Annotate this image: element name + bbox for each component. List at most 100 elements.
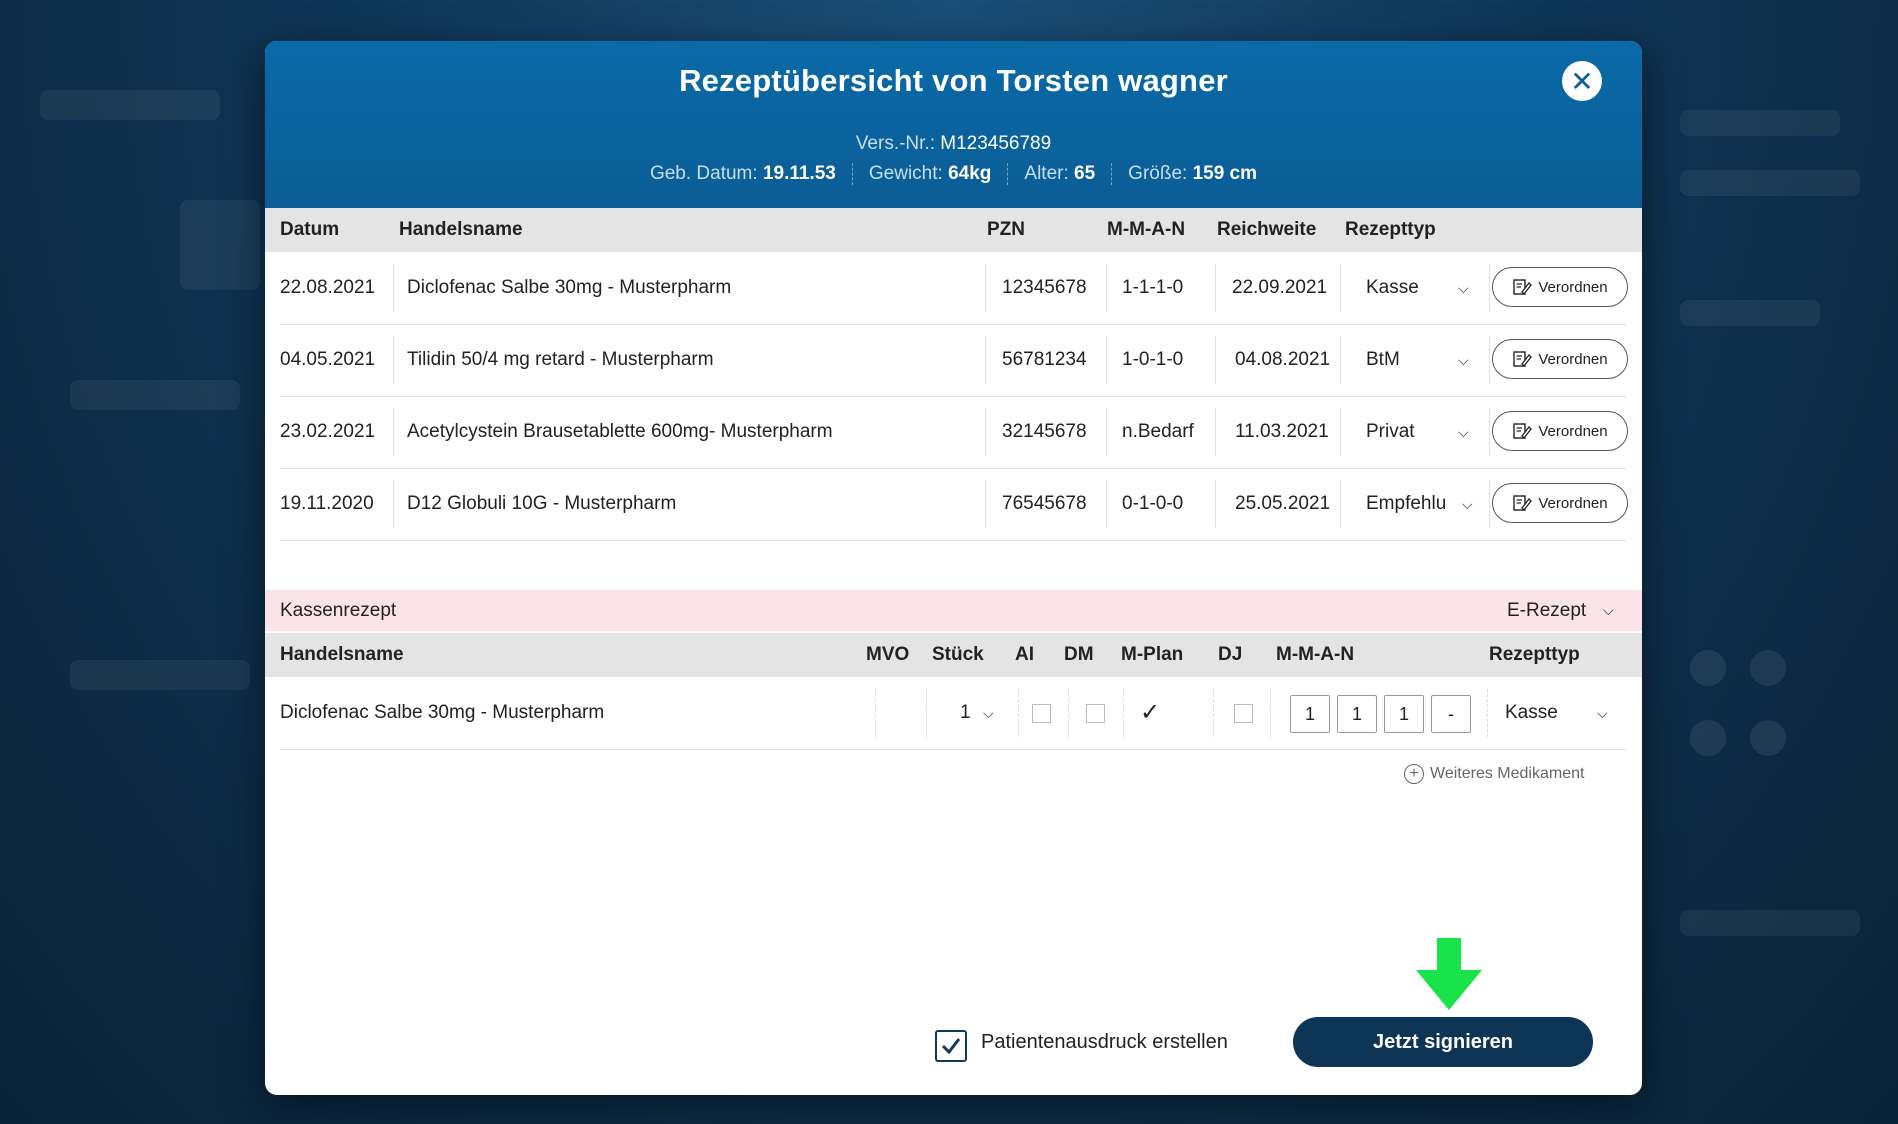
insurance-number: Vers.-Nr.: M123456789 bbox=[265, 133, 1642, 155]
column-mvo: MVO bbox=[866, 644, 910, 665]
mplan-checkmark-icon[interactable]: ✓ bbox=[1140, 677, 1160, 749]
prescribe-edit-icon bbox=[1513, 279, 1533, 295]
dj-checkbox[interactable] bbox=[1234, 704, 1253, 723]
meta-value: 159 cm bbox=[1192, 163, 1258, 184]
column-handelsname: Handelsname bbox=[280, 644, 404, 665]
patient-birthdate: Geb. Datum: 19.11.53 bbox=[634, 163, 852, 185]
row-reichweite: 11.03.2021 bbox=[1235, 421, 1329, 442]
chevron-down-icon: ⌵ bbox=[1597, 705, 1608, 721]
ai-checkbox[interactable] bbox=[1032, 704, 1051, 723]
background-shape bbox=[1680, 910, 1860, 936]
rezept-type-select[interactable]: E-Rezept bbox=[1507, 590, 1586, 631]
patient-printout-label: Patientenausdruck erstellen bbox=[981, 1031, 1228, 1053]
stueck-select[interactable]: 1 bbox=[960, 677, 971, 749]
rezepttyp-value: Privat bbox=[1366, 421, 1415, 442]
background-shape bbox=[1690, 650, 1726, 686]
background-shape bbox=[70, 660, 250, 690]
patient-age: Alter: 65 bbox=[1007, 163, 1111, 185]
column-reichweite: Reichweite bbox=[1217, 219, 1317, 240]
row-mman: 1-1-1-0 bbox=[1122, 277, 1184, 298]
row-datum: 23.02.2021 bbox=[280, 421, 376, 442]
meta-label: Gewicht: bbox=[868, 163, 943, 184]
insurance-number-label: Vers.-Nr.: bbox=[855, 133, 935, 154]
column-mplan: M-Plan bbox=[1121, 644, 1184, 665]
rezept-type-value: E-Rezept bbox=[1507, 600, 1587, 621]
kassenrezept-label: Kassenrezept bbox=[280, 600, 397, 621]
row-datum: 04.05.2021 bbox=[280, 349, 376, 370]
rezepttyp-value: Kasse bbox=[1366, 277, 1419, 298]
row-datum: 19.11.2020 bbox=[280, 493, 374, 514]
green-arrow-down-icon bbox=[1416, 938, 1482, 1010]
rezepttyp-value: BtM bbox=[1366, 349, 1400, 370]
column-ai: AI bbox=[1015, 644, 1034, 665]
dm-checkbox[interactable] bbox=[1086, 704, 1105, 723]
column-mman: M-M-A-N bbox=[1107, 219, 1186, 240]
sign-now-button[interactable]: Jetzt signieren bbox=[1293, 1017, 1593, 1067]
history-table-header: Datum Handelsname PZN M-M-A-N Reichweite… bbox=[265, 208, 1642, 252]
verordnen-button[interactable]: Verordnen bbox=[1492, 483, 1628, 523]
table-row: 19.11.2020 D12 Globuli 10G - Musterpharm… bbox=[280, 468, 1628, 541]
column-stueck: Stück bbox=[932, 644, 984, 665]
row-pzn: 56781234 bbox=[1002, 349, 1087, 370]
row-mman: n.Bedarf bbox=[1122, 421, 1194, 442]
row-handelsname: D12 Globuli 10G - Musterpharm bbox=[407, 493, 677, 514]
kassenrezept-bar: Kassenrezept E-Rezept ⌵ bbox=[265, 590, 1642, 631]
verordnen-button[interactable]: Verordnen bbox=[1492, 411, 1628, 451]
rezepttyp-select[interactable]: Privat bbox=[1366, 396, 1415, 468]
verordnen-label: Verordnen bbox=[1538, 422, 1608, 440]
table-row: 22.08.2021 Diclofenac Salbe 30mg - Muste… bbox=[280, 252, 1628, 325]
row-pzn: 76545678 bbox=[1002, 493, 1087, 514]
rezepttyp-select[interactable]: Empfehlu bbox=[1366, 468, 1446, 540]
prescribe-edit-icon bbox=[1513, 351, 1533, 367]
column-dj: DJ bbox=[1218, 644, 1243, 665]
table-row: 04.05.2021 Tilidin 50/4 mg retard - Must… bbox=[280, 324, 1628, 397]
close-icon: ✕ bbox=[1570, 65, 1594, 97]
meta-label: Alter: bbox=[1024, 163, 1069, 184]
rezepttyp-select[interactable]: Kasse bbox=[1366, 252, 1419, 324]
row-handelsname: Diclofenac Salbe 30mg - Musterpharm bbox=[280, 702, 605, 723]
background-shape bbox=[1680, 300, 1820, 326]
verordnen-label: Verordnen bbox=[1538, 350, 1608, 368]
rezepttyp-select[interactable]: BtM bbox=[1366, 324, 1400, 396]
verordnen-label: Verordnen bbox=[1538, 494, 1608, 512]
row-pzn: 32145678 bbox=[1002, 421, 1087, 442]
chevron-down-icon: ⌵ bbox=[1462, 496, 1473, 512]
verordnen-button[interactable]: Verordnen bbox=[1492, 267, 1628, 307]
kassenrezept-table-header: Handelsname MVO Stück AI DM M-Plan DJ M-… bbox=[265, 633, 1642, 677]
rezepttyp-select[interactable]: Kasse bbox=[1505, 677, 1558, 749]
meta-value: 19.11.53 bbox=[762, 163, 836, 184]
row-pzn: 12345678 bbox=[1002, 277, 1087, 298]
dialog-header: Rezeptübersicht von Torsten wagner ✕ Ver… bbox=[265, 41, 1642, 208]
row-handelsname: Acetylcystein Brausetablette 600mg- Must… bbox=[407, 421, 833, 442]
mman-midday-input[interactable]: 1 bbox=[1337, 695, 1377, 733]
close-button[interactable]: ✕ bbox=[1562, 61, 1602, 101]
patient-printout-checkbox[interactable] bbox=[935, 1030, 967, 1062]
column-rezepttyp: Rezepttyp bbox=[1489, 644, 1580, 665]
add-medication-link[interactable]: + Weiteres Medikament bbox=[1404, 764, 1584, 784]
stueck-value: 1 bbox=[960, 702, 971, 723]
chevron-down-icon: ⌵ bbox=[1458, 352, 1469, 368]
background-shape bbox=[1750, 720, 1786, 756]
prescribe-edit-icon bbox=[1513, 423, 1533, 439]
column-mman: M-M-A-N bbox=[1276, 644, 1355, 665]
background-shape bbox=[1750, 650, 1786, 686]
meta-label: Geb. Datum: bbox=[649, 163, 758, 184]
background-shape bbox=[1680, 170, 1860, 196]
row-mman: 0-1-0-0 bbox=[1122, 493, 1184, 514]
row-datum: 22.08.2021 bbox=[280, 277, 376, 298]
mman-evening-input[interactable]: 1 bbox=[1384, 695, 1424, 733]
meta-value: 65 bbox=[1074, 163, 1096, 184]
insurance-number-value: M123456789 bbox=[940, 133, 1052, 154]
checkmark-icon bbox=[941, 1038, 961, 1055]
row-reichweite: 04.08.2021 bbox=[1235, 349, 1331, 370]
row-mman: 1-0-1-0 bbox=[1122, 349, 1184, 370]
table-row: 23.02.2021 Acetylcystein Brausetablette … bbox=[280, 396, 1628, 469]
patient-weight: Gewicht: 64kg bbox=[851, 163, 1008, 185]
verordnen-button[interactable]: Verordnen bbox=[1492, 339, 1628, 379]
background-shape bbox=[1690, 720, 1726, 756]
rezepttyp-value: Empfehlu bbox=[1366, 493, 1447, 514]
mman-night-input[interactable]: - bbox=[1431, 695, 1471, 733]
meta-label: Größe: bbox=[1128, 163, 1188, 184]
mman-morning-input[interactable]: 1 bbox=[1290, 695, 1330, 733]
rezepttyp-value: Kasse bbox=[1505, 702, 1558, 723]
